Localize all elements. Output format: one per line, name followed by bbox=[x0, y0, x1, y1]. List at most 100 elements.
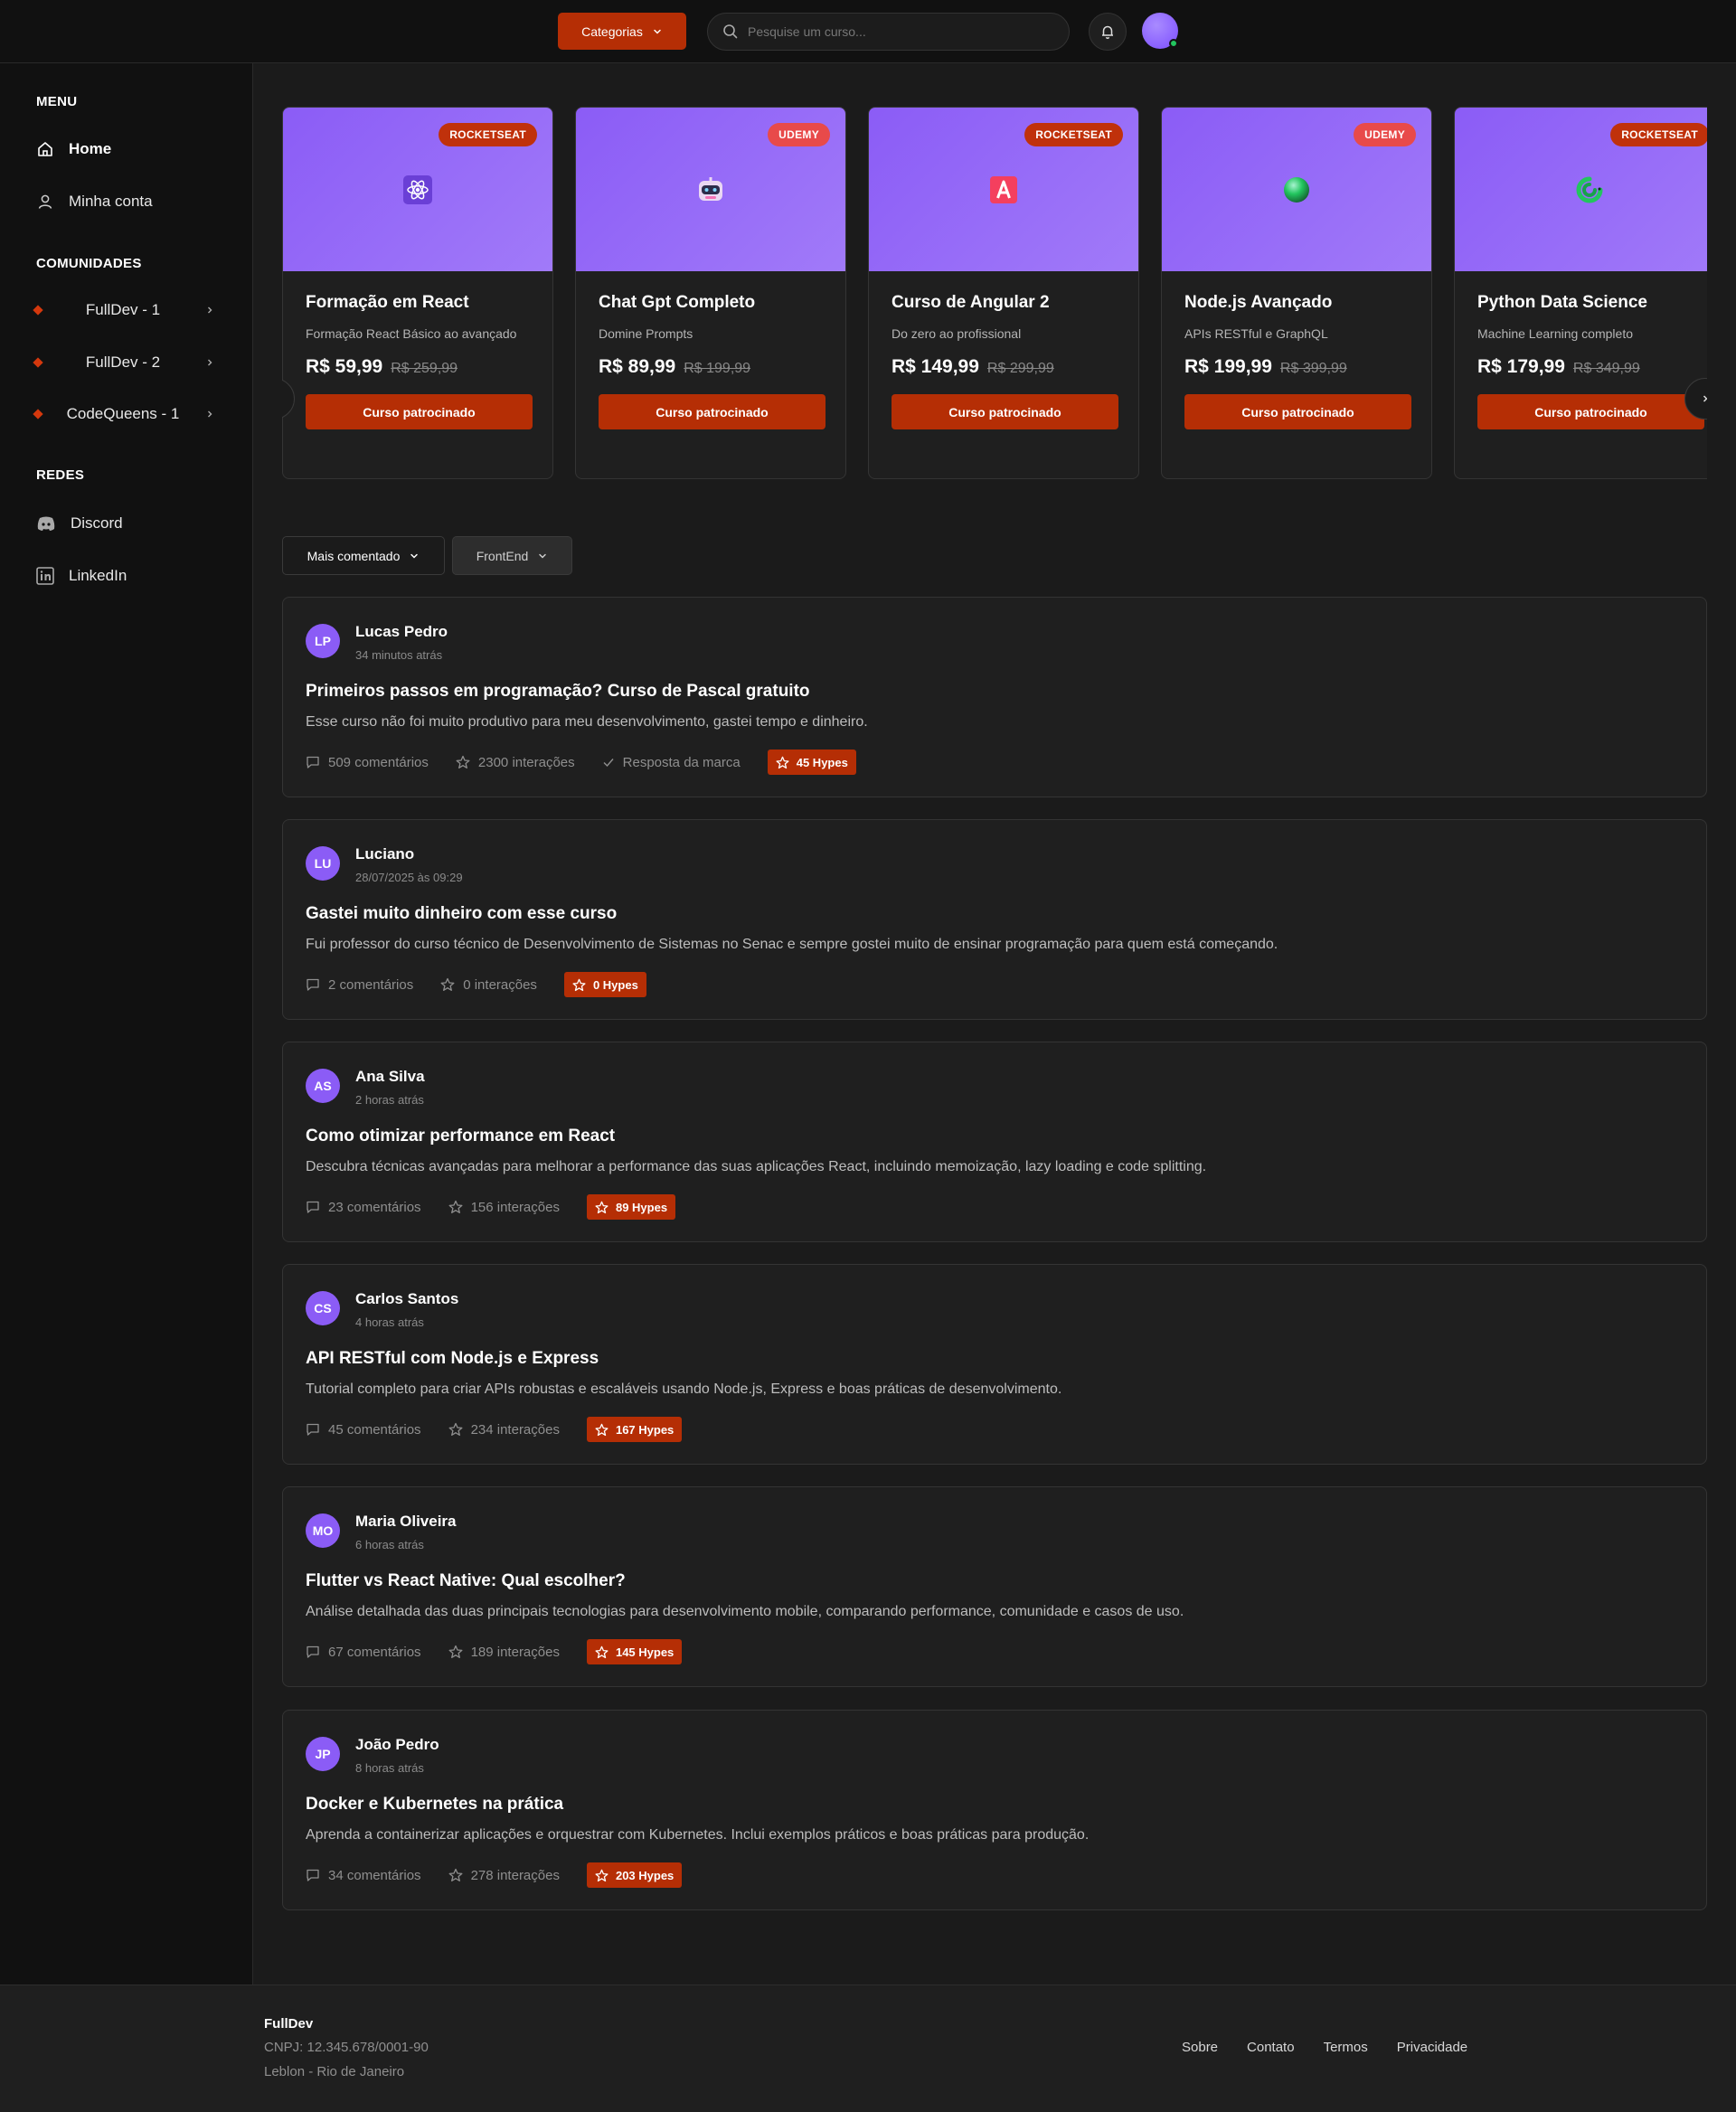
post-text: Aprenda a containerizar aplicações e orq… bbox=[306, 1827, 1090, 1843]
interactions-count[interactable]: 2300 interações bbox=[456, 755, 575, 770]
footer-link-contato[interactable]: Contato bbox=[1247, 2040, 1295, 2055]
hype-button[interactable]: 167 Hypes bbox=[586, 1417, 683, 1442]
post-title[interactable]: Como otimizar performance em React bbox=[306, 1127, 615, 1146]
sidebar-item-linkedin[interactable]: LinkedIn bbox=[36, 560, 217, 592]
hype-button[interactable]: 145 Hypes bbox=[586, 1639, 683, 1664]
post-card[interactable]: AS Ana Silva 2 horas atrás Como otimizar… bbox=[282, 1042, 1707, 1242]
sidebar-item-codequeens-1[interactable]: CodeQueens - 1 bbox=[33, 398, 215, 430]
post-text: Análise detalhada das duas principais te… bbox=[306, 1604, 1184, 1619]
course-thumbnail: UDEMY bbox=[576, 108, 845, 271]
post-card[interactable]: LP Lucas Pedro 34 minutos atrás Primeiro… bbox=[282, 597, 1707, 797]
course-price: R$ 179,99 bbox=[1477, 356, 1565, 377]
course-card[interactable]: ROCKETSEAT Formação em React Formação Re… bbox=[282, 107, 553, 479]
post-title[interactable]: API RESTful com Node.js e Express bbox=[306, 1349, 599, 1369]
comments-count[interactable]: 34 comentários bbox=[306, 1868, 421, 1883]
categories-label: Categorias bbox=[581, 24, 643, 39]
interactions-count[interactable]: 189 interações bbox=[448, 1645, 560, 1660]
sponsored-course-button[interactable]: Curso patrocinado bbox=[306, 394, 533, 429]
post-title[interactable]: Flutter vs React Native: Qual escolher? bbox=[306, 1571, 626, 1591]
interactions-count[interactable]: 156 interações bbox=[448, 1200, 560, 1215]
sponsored-course-button[interactable]: Curso patrocinado bbox=[1477, 394, 1704, 429]
course-price: R$ 199,99 bbox=[1184, 356, 1272, 377]
hypes-label: 0 Hypes bbox=[592, 977, 638, 992]
comments-count[interactable]: 67 comentários bbox=[306, 1645, 421, 1660]
sidebar-item-minha-conta[interactable]: Minha conta bbox=[36, 185, 217, 218]
hype-button[interactable]: 0 Hypes bbox=[563, 972, 646, 997]
course-badge: UDEMY bbox=[768, 123, 830, 146]
post-card[interactable]: CS Carlos Santos 4 horas atrás API RESTf… bbox=[282, 1264, 1707, 1465]
category-filter-label: FrontEnd bbox=[476, 548, 529, 563]
post-card[interactable]: MO Maria Oliveira 6 horas atrás Flutter … bbox=[282, 1486, 1707, 1687]
hype-button[interactable]: 45 Hypes bbox=[767, 750, 856, 775]
categories-button[interactable]: Categorias bbox=[558, 13, 686, 50]
discord-icon bbox=[37, 516, 55, 531]
post-timestamp: 34 minutos atrás bbox=[355, 648, 443, 662]
sponsored-course-button[interactable]: Curso patrocinado bbox=[892, 394, 1118, 429]
post-text: Esse curso não foi muito produtivo para … bbox=[306, 714, 868, 730]
post-author[interactable]: Luciano bbox=[355, 845, 414, 863]
sidebar-item-label: Minha conta bbox=[69, 193, 153, 210]
course-card[interactable]: UDEMY Chat Gpt Completo Domine Prompts R… bbox=[575, 107, 846, 479]
user-avatar[interactable] bbox=[1142, 13, 1178, 49]
community-label: CodeQueens - 1 bbox=[66, 405, 180, 422]
chevron-right-icon bbox=[1703, 395, 1707, 402]
post-author[interactable]: Lucas Pedro bbox=[355, 623, 448, 641]
post-meta: 67 comentários 189 interações 145 Hypes bbox=[306, 1639, 683, 1664]
angular-icon bbox=[988, 174, 1019, 205]
footer: FullDev CNPJ: 12.345.678/0001-90 Leblon … bbox=[0, 1985, 1736, 2112]
post-author[interactable]: Carlos Santos bbox=[355, 1290, 458, 1308]
community-label: FullDev - 2 bbox=[85, 354, 161, 371]
post-author[interactable]: Ana Silva bbox=[355, 1068, 425, 1086]
course-card[interactable]: ROCKETSEAT Curso de Angular 2 Do zero ao… bbox=[868, 107, 1139, 479]
hype-button[interactable]: 203 Hypes bbox=[586, 1862, 683, 1888]
hypes-label: 203 Hypes bbox=[615, 1868, 675, 1882]
post-card[interactable]: JP João Pedro 8 horas atrás Docker e Kub… bbox=[282, 1710, 1707, 1910]
course-card[interactable]: ROCKETSEAT Python Data Science Machine L… bbox=[1454, 107, 1707, 479]
star-icon bbox=[448, 1422, 463, 1436]
sponsored-course-button[interactable]: Curso patrocinado bbox=[599, 394, 826, 429]
sidebar-item-home[interactable]: Home bbox=[36, 133, 217, 165]
green-sphere-icon bbox=[1281, 174, 1312, 205]
post-author[interactable]: João Pedro bbox=[355, 1736, 439, 1754]
check-icon bbox=[603, 759, 614, 768]
post-title[interactable]: Gastei muito dinheiro com esse curso bbox=[306, 904, 617, 924]
post-meta: 23 comentários 156 interações 89 Hypes bbox=[306, 1194, 676, 1220]
interactions-count[interactable]: 0 interações bbox=[440, 977, 537, 993]
post-meta: 509 comentários 2300 interações Resposta… bbox=[306, 750, 856, 775]
post-timestamp: 8 horas atrás bbox=[355, 1761, 424, 1775]
sidebar-item-discord[interactable]: Discord bbox=[36, 507, 217, 540]
comments-count[interactable]: 45 comentários bbox=[306, 1422, 421, 1438]
interactions-count[interactable]: 278 interações bbox=[448, 1868, 560, 1883]
notifications-button[interactable] bbox=[1089, 13, 1127, 51]
footer-link-termos[interactable]: Termos bbox=[1324, 2040, 1368, 2055]
sidebar-item-fulldev-2[interactable]: FullDev - 2 bbox=[33, 346, 215, 379]
course-card[interactable]: UDEMY Node.js Avançado APIs RESTful e Gr… bbox=[1161, 107, 1432, 479]
comments-label: 34 comentários bbox=[328, 1867, 421, 1883]
post-title[interactable]: Docker e Kubernetes na prática bbox=[306, 1795, 563, 1815]
footer-link-sobre[interactable]: Sobre bbox=[1182, 2040, 1218, 2055]
sponsored-course-button[interactable]: Curso patrocinado bbox=[1184, 394, 1411, 429]
sidebar-item-label: LinkedIn bbox=[69, 567, 127, 584]
comments-count[interactable]: 2 comentários bbox=[306, 977, 413, 993]
sidebar-item-fulldev-1[interactable]: FullDev - 1 bbox=[33, 294, 215, 326]
comments-count[interactable]: 509 comentários bbox=[306, 755, 429, 770]
post-card[interactable]: LU Luciano 28/07/2025 às 09:29 Gastei mu… bbox=[282, 819, 1707, 1020]
search-input[interactable] bbox=[748, 24, 1046, 39]
community-label: FullDev - 1 bbox=[85, 301, 161, 318]
course-thumbnail: ROCKETSEAT bbox=[869, 108, 1138, 271]
interactions-count[interactable]: 234 interações bbox=[448, 1422, 560, 1438]
footer-link-privacidade[interactable]: Privacidade bbox=[1397, 2040, 1467, 2055]
comment-icon bbox=[307, 756, 319, 768]
author-avatar: JP bbox=[306, 1737, 340, 1771]
category-filter-dropdown[interactable]: FrontEnd bbox=[452, 536, 572, 575]
sort-dropdown[interactable]: Mais comentado bbox=[282, 536, 445, 575]
hype-button[interactable]: 89 Hypes bbox=[586, 1194, 676, 1220]
course-badge: ROCKETSEAT bbox=[1024, 123, 1123, 146]
star-icon bbox=[595, 1201, 609, 1213]
post-author[interactable]: Maria Oliveira bbox=[355, 1513, 457, 1531]
comments-label: 2 comentários bbox=[328, 976, 414, 993]
post-title[interactable]: Primeiros passos em programação? Curso d… bbox=[306, 682, 810, 702]
comments-count[interactable]: 23 comentários bbox=[306, 1200, 421, 1215]
networks-heading: REDES bbox=[36, 467, 85, 483]
star-icon bbox=[572, 978, 586, 991]
